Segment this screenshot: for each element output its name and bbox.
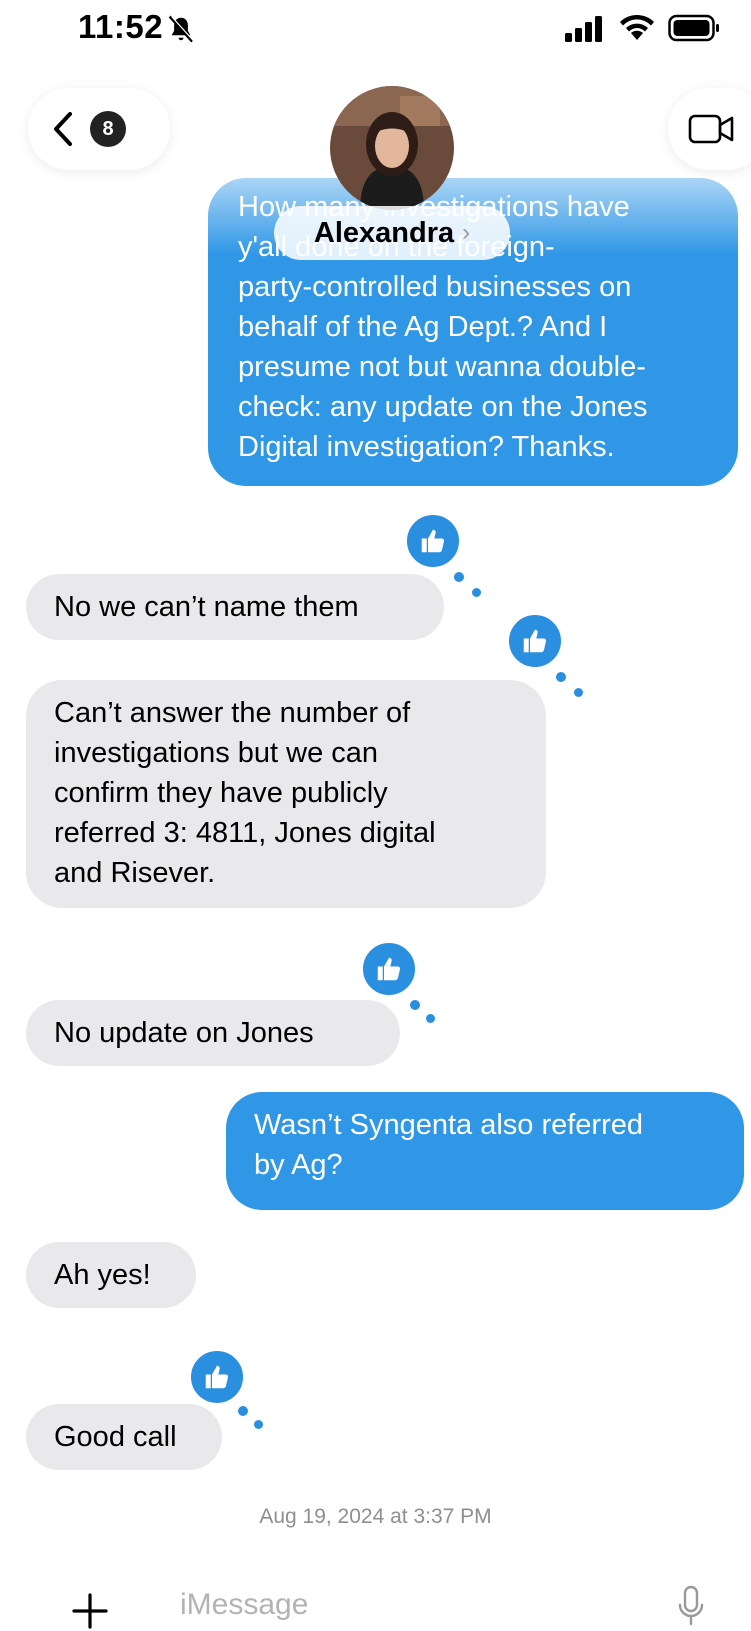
message-bubble-incoming[interactable]: No we can’t name them xyxy=(26,574,444,640)
microphone-icon[interactable] xyxy=(676,1585,706,1627)
status-time: 11:52 xyxy=(78,8,164,45)
message-bubble-incoming[interactable]: Can’t answer the number of investigation… xyxy=(26,680,546,908)
reaction-tail xyxy=(574,688,583,697)
reaction-tail xyxy=(254,1420,263,1429)
wifi-icon xyxy=(620,14,654,40)
message-bubble-outgoing[interactable]: Wasn’t Syngenta also referred by Ag? xyxy=(226,1092,744,1210)
thumbs-up-reaction-icon[interactable] xyxy=(188,1348,246,1406)
thumbs-up-reaction-icon[interactable] xyxy=(404,512,462,570)
thumbs-up-reaction-icon[interactable] xyxy=(506,612,564,670)
chevron-left-icon xyxy=(54,112,72,146)
reaction-tail xyxy=(554,670,568,684)
message-text: No update on Jones xyxy=(54,1017,314,1049)
bell-slash-icon xyxy=(168,15,195,43)
timestamp-time: 3:37 PM xyxy=(413,1505,492,1528)
message-text: Wasn’t Syngenta also referred by Ag? xyxy=(254,1109,644,1181)
message-text: Ah yes! xyxy=(54,1259,151,1291)
reaction-tail xyxy=(452,570,466,584)
reaction-tail xyxy=(472,588,481,597)
imessage-input[interactable] xyxy=(180,1583,560,1627)
contact-name-button[interactable]: Alexandra › xyxy=(274,206,510,260)
message-text: Can’t answer the number of investigation… xyxy=(54,697,436,889)
timestamp-date: Aug 19, 2024 xyxy=(259,1505,385,1528)
reaction-tail xyxy=(426,1014,435,1023)
message-bubble-incoming[interactable]: Good call xyxy=(26,1404,222,1470)
video-camera-icon xyxy=(688,114,734,144)
plus-icon[interactable] xyxy=(66,1587,114,1631)
unread-count-badge: 8 xyxy=(90,111,126,147)
battery-icon xyxy=(668,14,719,42)
timestamp-at: at xyxy=(390,1505,408,1528)
reaction-tail xyxy=(408,998,422,1012)
message-text: Good call xyxy=(54,1421,177,1453)
contact-name: Alexandra xyxy=(313,216,455,249)
message-text: No we can’t name them xyxy=(54,591,359,623)
chevron-right-icon: › xyxy=(462,219,471,246)
message-bubble-incoming[interactable]: Ah yes! xyxy=(26,1242,196,1308)
facetime-video-button[interactable] xyxy=(668,88,751,170)
message-timestamp: Aug 19, 2024 at 3:37 PM xyxy=(0,1505,751,1529)
thumbs-up-reaction-icon[interactable] xyxy=(360,940,418,998)
cellular-signal-icon xyxy=(565,16,602,42)
contact-avatar[interactable] xyxy=(330,86,454,210)
message-bubble-incoming[interactable]: No update on Jones xyxy=(26,1000,400,1066)
compose-bar xyxy=(0,1545,751,1631)
reaction-tail xyxy=(236,1404,250,1418)
back-button[interactable]: 8 xyxy=(28,88,170,170)
status-bar: 11:52 xyxy=(0,0,751,60)
